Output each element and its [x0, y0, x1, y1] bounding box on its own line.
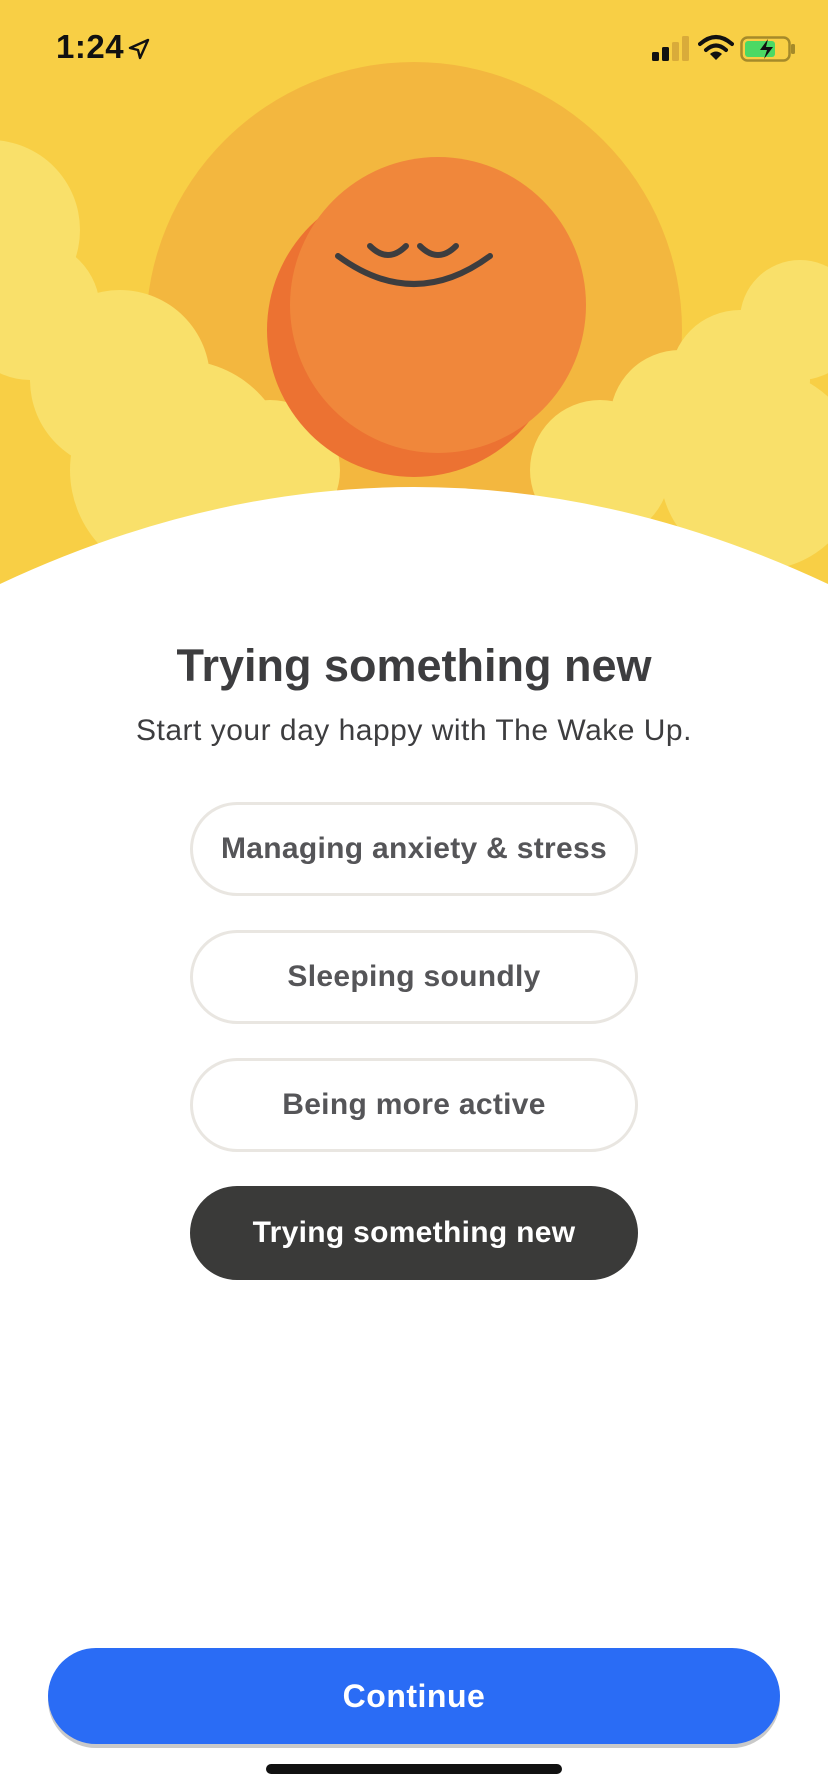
option-sleeping-soundly[interactable]: Sleeping soundly [190, 930, 638, 1024]
status-time: 1:24 [56, 28, 125, 65]
page-subtitle: Start your day happy with The Wake Up. [136, 714, 692, 747]
option-trying-something-new[interactable]: Trying something new [190, 1186, 638, 1280]
cellular-signal-icon [652, 36, 689, 61]
option-managing-anxiety[interactable]: Managing anxiety & stress [190, 802, 638, 896]
option-being-more-active[interactable]: Being more active [190, 1058, 638, 1152]
home-indicator[interactable] [266, 1764, 562, 1774]
continue-button[interactable]: Continue [48, 1648, 780, 1744]
status-bar: 1:24 [0, 0, 828, 100]
wifi-icon [698, 35, 734, 60]
battery-charging-icon [740, 36, 795, 62]
location-arrow-icon [128, 38, 150, 60]
page-title: Trying something new [176, 640, 652, 691]
goal-options: Managing anxiety & stress Sleeping sound… [190, 802, 638, 1314]
